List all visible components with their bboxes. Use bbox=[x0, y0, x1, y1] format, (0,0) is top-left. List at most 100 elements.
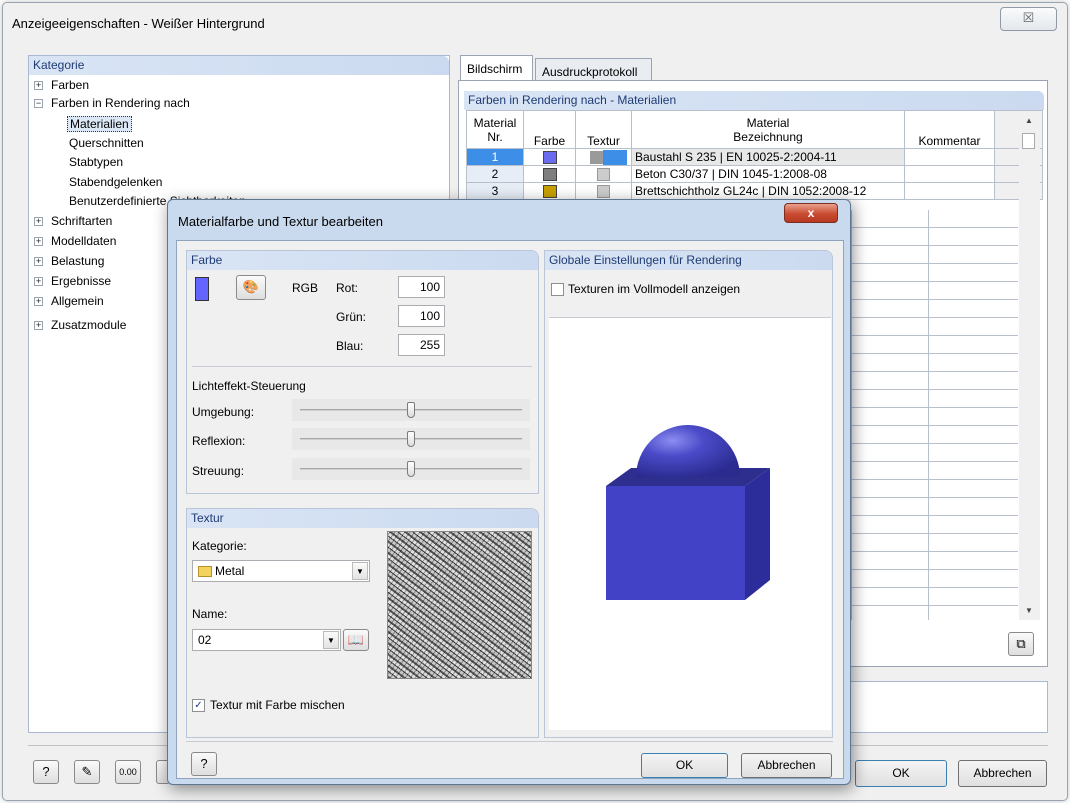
color-cell[interactable] bbox=[523, 165, 576, 183]
table-row[interactable]: 2 Beton C30/37 | DIN 1045-1:2008-08 bbox=[466, 165, 1043, 183]
rot-label: Rot: bbox=[336, 281, 359, 295]
color-picker-button[interactable]: 🎨 bbox=[236, 275, 266, 300]
texture-cell[interactable] bbox=[575, 148, 632, 166]
kategorie-select[interactable]: Metal ▼ bbox=[192, 560, 370, 582]
texture-cell[interactable] bbox=[575, 182, 632, 200]
edit-button[interactable]: ✎ bbox=[74, 760, 100, 784]
tree-item-farben-rendering[interactable]: Farben in Rendering nach bbox=[51, 96, 190, 110]
texture-preview bbox=[387, 531, 532, 679]
texture-cell[interactable] bbox=[575, 165, 632, 183]
slider-thumb[interactable] bbox=[407, 461, 415, 477]
expand-icon[interactable]: + bbox=[34, 297, 43, 306]
window-title: Anzeigeeigenschaften - Weißer Hintergrun… bbox=[12, 16, 265, 31]
render-preview bbox=[549, 317, 831, 730]
gruen-input[interactable]: 100 bbox=[398, 305, 445, 327]
rgb-label: RGB bbox=[292, 281, 319, 295]
col-header-material-label: Material bbox=[746, 115, 790, 130]
tree-item-farben[interactable]: Farben bbox=[51, 78, 89, 92]
help-button[interactable]: ? bbox=[33, 760, 59, 784]
vollmodell-label: Texturen im Vollmodell anzeigen bbox=[568, 282, 741, 296]
tree-item-schriftarten[interactable]: Schriftarten bbox=[51, 214, 112, 228]
col-header-kommentar: Kommentar bbox=[904, 110, 995, 149]
farbe-header: Farbe bbox=[187, 251, 538, 270]
color-cell[interactable] bbox=[523, 148, 576, 166]
tree-item-stabtypen[interactable]: Stabtypen bbox=[69, 155, 123, 169]
book-icon: 📖 bbox=[347, 632, 365, 647]
table-row[interactable]: 3 Brettschichtholz GL24c | DIN 1052:2008… bbox=[466, 182, 1043, 200]
decimals-button[interactable]: 0.00 bbox=[115, 760, 141, 784]
name-value: 02 bbox=[198, 633, 212, 647]
color-swatch-icon bbox=[542, 151, 557, 165]
reflexion-slider[interactable] bbox=[292, 428, 530, 450]
cancel-button[interactable]: Abbrechen bbox=[958, 760, 1047, 787]
tree-item-materialien[interactable]: Materialien bbox=[67, 116, 132, 132]
gruen-label: Grün: bbox=[336, 310, 367, 324]
table-row[interactable]: 1 Baustahl S 235 | EN 10025-2:2004-11 bbox=[466, 148, 1043, 166]
dialog-help-button[interactable]: ? bbox=[191, 752, 217, 776]
comment-cell[interactable] bbox=[904, 182, 995, 200]
row-nr: 1 bbox=[466, 148, 524, 166]
texture-selection bbox=[603, 149, 627, 165]
streuung-slider[interactable] bbox=[292, 458, 530, 480]
col-header-textur: Textur bbox=[575, 110, 632, 149]
comment-cell[interactable] bbox=[904, 148, 995, 166]
edit-icon: ✎ bbox=[81, 764, 93, 779]
vollmodell-checkbox[interactable] bbox=[551, 283, 564, 296]
expand-icon[interactable]: + bbox=[34, 217, 43, 226]
kategorie-value: Metal bbox=[215, 564, 245, 578]
row-nr: 2 bbox=[466, 165, 524, 183]
col-header-bezeichnung: Bezeichnung bbox=[733, 129, 803, 144]
name-select[interactable]: 02 ▼ bbox=[192, 629, 341, 651]
chevron-down-icon[interactable]: ▼ bbox=[352, 562, 368, 580]
dialog-ok-button[interactable]: OK bbox=[641, 753, 728, 778]
folder-icon bbox=[198, 566, 212, 578]
material-name: Brettschichtholz GL24c | DIN 1052:2008-1… bbox=[631, 182, 905, 200]
col-header-material: Material Bezeichnung bbox=[631, 110, 905, 149]
scroll-down-icon[interactable]: ▼ bbox=[1025, 606, 1033, 615]
slider-thumb[interactable] bbox=[407, 402, 415, 418]
dialog-title: Materialfarbe und Textur bearbeiten bbox=[178, 214, 383, 229]
window-close-button[interactable]: ☒ bbox=[1000, 7, 1057, 31]
color-cell[interactable] bbox=[523, 182, 576, 200]
color-swatch-icon bbox=[542, 185, 557, 199]
expand-icon[interactable]: + bbox=[34, 257, 43, 266]
tree-item-belastung[interactable]: Belastung bbox=[51, 254, 104, 268]
empty-rows bbox=[851, 210, 1018, 620]
texture-icon bbox=[597, 168, 610, 182]
mix-checkbox[interactable]: ✓ bbox=[192, 699, 205, 712]
scrollbar-thumb[interactable] bbox=[1022, 133, 1035, 149]
expand-icon[interactable]: + bbox=[34, 81, 43, 90]
textur-header: Textur bbox=[187, 509, 538, 528]
tree-item-stabendgelenken[interactable]: Stabendgelenken bbox=[69, 175, 162, 189]
collapse-icon[interactable]: − bbox=[34, 99, 43, 108]
export-table-button[interactable]: ⧉ bbox=[1008, 632, 1034, 656]
expand-icon[interactable]: + bbox=[34, 277, 43, 286]
expand-icon[interactable]: + bbox=[34, 237, 43, 246]
slider-thumb[interactable] bbox=[407, 431, 415, 447]
expand-icon[interactable]: + bbox=[34, 321, 43, 330]
comment-cell[interactable] bbox=[904, 165, 995, 183]
scroll-up-icon[interactable]: ▲ bbox=[1025, 116, 1033, 125]
table-header: Farben in Rendering nach - Materialien bbox=[464, 91, 1044, 110]
tree-item-ergebnisse[interactable]: Ergebnisse bbox=[51, 274, 111, 288]
umgebung-slider[interactable] bbox=[292, 399, 530, 421]
dialog-close-button[interactable]: x bbox=[784, 203, 838, 223]
table-scrollbar[interactable] bbox=[1019, 128, 1040, 620]
row-nr: 3 bbox=[466, 182, 524, 200]
blau-input[interactable]: 255 bbox=[398, 334, 445, 356]
tree-item-querschnitten[interactable]: Querschnitten bbox=[69, 136, 144, 150]
umgebung-label: Umgebung: bbox=[192, 405, 255, 419]
tab-bildschirm[interactable]: Bildschirm bbox=[460, 55, 533, 81]
texture-library-button[interactable]: 📖 bbox=[343, 629, 369, 651]
tree-item-allgemein[interactable]: Allgemein bbox=[51, 294, 104, 308]
dialog-cancel-button[interactable]: Abbrechen bbox=[741, 753, 832, 778]
col-header-farbe: Farbe bbox=[523, 110, 576, 149]
tree-item-zusatzmodule[interactable]: Zusatzmodule bbox=[51, 318, 126, 332]
tab-ausdruckprotokoll[interactable]: Ausdruckprotokoll bbox=[535, 58, 652, 82]
rot-input[interactable]: 100 bbox=[398, 276, 445, 298]
palette-icon: 🎨 bbox=[242, 279, 260, 294]
ok-button[interactable]: OK bbox=[855, 760, 947, 787]
help-icon: ? bbox=[42, 764, 50, 779]
chevron-down-icon[interactable]: ▼ bbox=[323, 631, 339, 649]
tree-item-modelldaten[interactable]: Modelldaten bbox=[51, 234, 116, 248]
